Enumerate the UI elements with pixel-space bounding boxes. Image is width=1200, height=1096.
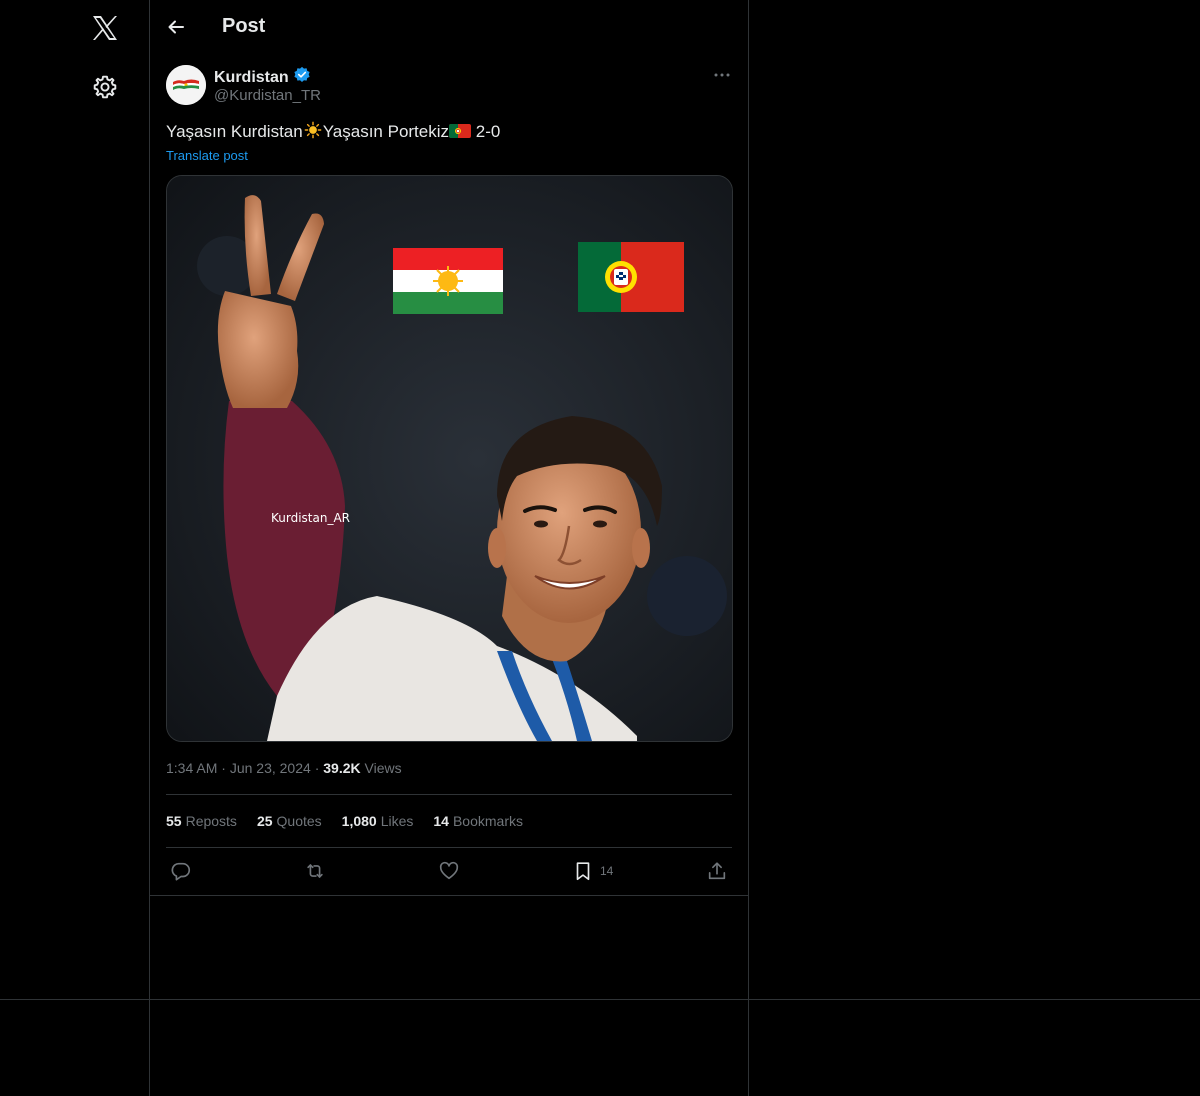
quotes-stat[interactable]: 25 Quotes — [257, 813, 322, 829]
reply-icon — [171, 862, 191, 881]
verified-badge-icon — [293, 66, 311, 89]
like-button[interactable] — [438, 858, 460, 884]
sun-emoji-icon — [303, 121, 323, 144]
x-logo-icon[interactable] — [90, 13, 120, 43]
action-bar: 14 — [150, 858, 748, 884]
post-text: Yaşasın Kurdistan Yaşasın Portekiz 2-0 — [166, 121, 500, 144]
views-label: Views — [364, 760, 402, 776]
kurdistan-flag-graphic — [393, 248, 503, 314]
author-handle[interactable]: @Kurdistan_TR — [214, 87, 321, 104]
likes-stat[interactable]: 1,080 Likes — [342, 813, 414, 829]
meta-separator: · — [221, 760, 226, 776]
post-meta: 1:34 AM · Jun 23, 2024 · 39.2K Views — [166, 760, 402, 776]
bookmark-icon — [576, 862, 590, 881]
post-stats: 55 Reposts 25 Quotes 1,080 Likes 14 Bookmark… — [166, 813, 523, 829]
reply-button[interactable] — [170, 858, 192, 884]
bookmarks-stat[interactable]: 14 Bookmarks — [433, 813, 523, 829]
like-icon — [439, 861, 459, 880]
meta-separator: · — [314, 760, 320, 776]
post-header: Post — [150, 0, 748, 54]
bookmark-count: 14 — [600, 864, 614, 878]
page-title: Post — [222, 15, 266, 37]
portugal-flag-emoji-icon — [449, 123, 472, 144]
post-text-part3: 2-0 — [471, 122, 501, 141]
bottom-divider — [0, 999, 1200, 1000]
author-display-name[interactable]: Kurdistan — [214, 69, 289, 87]
views-count: 39.2K — [323, 760, 361, 776]
share-icon — [708, 862, 726, 880]
settings-gear-icon[interactable] — [92, 74, 118, 100]
bookmark-button[interactable]: 14 — [572, 858, 613, 884]
reposts-stat[interactable]: 55 Reposts — [166, 813, 237, 829]
share-button[interactable] — [706, 858, 728, 884]
more-options-icon[interactable] — [712, 66, 732, 84]
image-watermark: Kurdistan_AR — [271, 511, 351, 525]
repost-icon — [307, 864, 323, 878]
back-arrow-icon[interactable] — [164, 15, 188, 39]
left-divider — [149, 0, 150, 1096]
meta-divider — [166, 794, 732, 795]
post-bottom-divider — [150, 895, 748, 896]
right-divider — [748, 0, 749, 1096]
translate-post-link[interactable]: Translate post — [166, 148, 248, 163]
post-time[interactable]: 1:34 AM — [166, 760, 217, 776]
author-name-row[interactable]: Kurdistan — [214, 66, 311, 89]
repost-button[interactable] — [304, 858, 326, 884]
stats-divider — [166, 847, 732, 848]
post-date[interactable]: Jun 23, 2024 — [230, 760, 311, 776]
post-text-part1: Yaşasın Kurdistan — [166, 122, 303, 141]
post-text-part2: Yaşasın Portekiz — [322, 122, 450, 141]
post-image[interactable]: Kurdistan_AR — [166, 175, 733, 742]
avatar[interactable] — [166, 65, 206, 105]
portugal-flag-graphic — [578, 242, 684, 312]
left-nav — [0, 0, 149, 1000]
